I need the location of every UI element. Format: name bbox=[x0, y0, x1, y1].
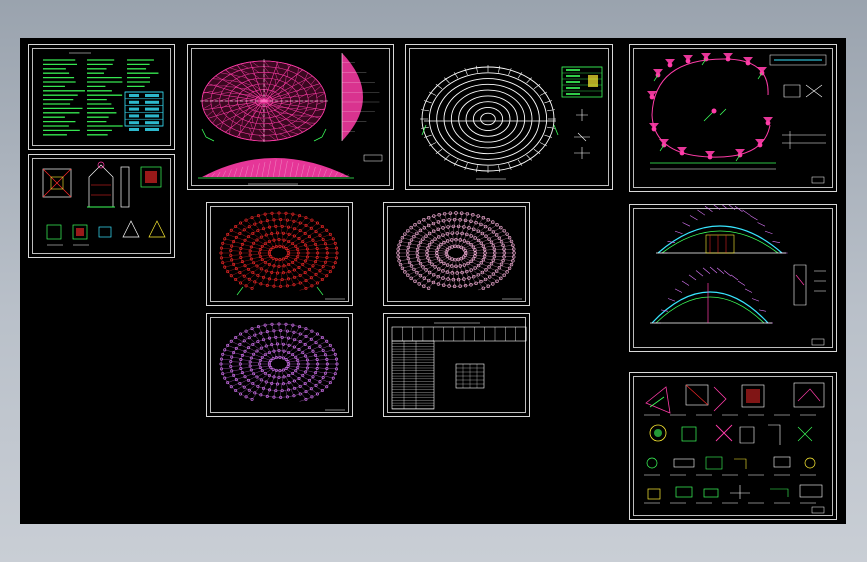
embed-details-graphic bbox=[42, 161, 166, 246]
member-table-graphic bbox=[391, 322, 527, 410]
sheet-node-details[interactable] bbox=[629, 372, 837, 520]
sheet-general-notes[interactable] bbox=[28, 44, 175, 150]
model-space-canvas[interactable] bbox=[20, 38, 846, 524]
layout-violet-graphic bbox=[219, 322, 345, 411]
sheet-ring-plan[interactable] bbox=[405, 44, 613, 190]
sheet-support-plan[interactable] bbox=[629, 44, 837, 192]
layout-pink-graphic bbox=[396, 211, 522, 300]
sections-graphic bbox=[650, 205, 826, 346]
sheet-layout-pink[interactable] bbox=[383, 202, 530, 306]
sheet-layout-violet[interactable] bbox=[206, 313, 353, 417]
support-plan-graphic bbox=[647, 53, 827, 184]
ring-plan-graphic bbox=[420, 65, 603, 180]
notes-graphic bbox=[43, 52, 164, 136]
sheet-layout-red[interactable] bbox=[206, 202, 353, 306]
layout-red-graphic bbox=[219, 211, 345, 300]
sheet-embed-details[interactable] bbox=[28, 154, 175, 258]
sheet-dome-plan-elevation[interactable] bbox=[187, 44, 394, 190]
sheet-sections[interactable] bbox=[629, 204, 837, 352]
dome-plan-graphic bbox=[198, 53, 383, 185]
sheet-member-table[interactable] bbox=[383, 313, 530, 417]
node-details-graphic bbox=[644, 382, 825, 514]
